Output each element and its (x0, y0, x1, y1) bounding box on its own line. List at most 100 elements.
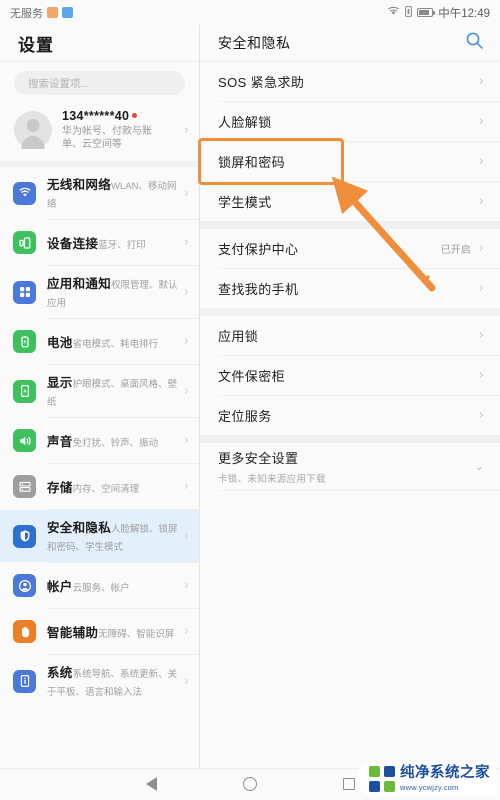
detail-row-0-3[interactable]: 学生模式 › (200, 182, 500, 221)
detail-row-label: 应用锁 (218, 328, 259, 344)
chevron-right-icon: › (183, 122, 189, 138)
shield-icon (13, 524, 36, 548)
sidebar-item-text: 电池省电模式、耗电排行 (47, 332, 184, 352)
detail-row-0-0[interactable]: SOS 紧急求助 › (200, 62, 500, 101)
account-subtitle: 华为帐号、付款与账单、云空间等 (62, 126, 152, 150)
sidebar-item-6[interactable]: 声音免打扰、铃声、振动 › (0, 418, 199, 463)
chevron-right-icon: › (183, 433, 189, 448)
apps-grid-icon (13, 280, 36, 304)
chevron-right-icon: › (478, 281, 484, 296)
sidebar-item-8[interactable]: 安全和隐私人脸解锁、锁屏和密码、学生模式 › (0, 510, 199, 562)
hand-icon (13, 620, 36, 643)
chevron-right-icon: › (183, 284, 189, 300)
chevron-right-icon: › (478, 408, 484, 423)
detail-row-label: 学生模式 (218, 194, 272, 210)
search-icon[interactable] (465, 31, 484, 55)
detail-row-2-2[interactable]: 定位服务 › (200, 396, 500, 435)
chevron-right-icon: › (478, 154, 484, 169)
detail-section-gap (200, 221, 500, 229)
detail-pane: 安全和隐私 SOS 紧急求助 › 人脸解锁 › 锁屏和密码 › 学生模式 › 支付保护中心 已开启… (200, 25, 500, 768)
detail-row-label: 文件保密柜 (218, 368, 286, 384)
sidebar-item-11[interactable]: 系统系统导航、系统更新、关于平板、语言和输入法 › (0, 655, 199, 707)
search-container: 搜索设置项... (0, 62, 199, 103)
sidebar-item-10[interactable]: 智能辅助无障碍、智能识屏 › (0, 609, 199, 654)
wifi-icon (13, 181, 36, 205)
sidebar-item-label: 存储 (47, 480, 73, 495)
detail-row-0-1[interactable]: 人脸解锁 › (200, 102, 500, 141)
detail-row-label: 查找我的手机 (218, 281, 299, 297)
detail-row-text: 支付保护中心 (218, 239, 441, 259)
sidebar-item-text: 设备连接蓝牙、打印 (47, 233, 184, 253)
sidebar-item-label: 安全和隐私 (47, 521, 112, 535)
detail-row-2-0[interactable]: 应用锁 › (200, 316, 500, 355)
home-circle-icon[interactable] (242, 777, 257, 791)
sidebar-item-label: 设备连接 (47, 236, 99, 251)
sidebar-item-5[interactable]: 显示护眼模式、桌面风格、壁纸 › (0, 365, 199, 417)
sidebar-item-label: 应用和通知 (47, 277, 112, 291)
account-name-label: 134******40 (62, 109, 130, 123)
sidebar-item-text: 智能辅助无障碍、智能识屏 (47, 622, 184, 642)
chevron-right-icon: › (183, 578, 189, 593)
chevron-right-icon: › (183, 383, 189, 399)
detail-row-label: 人脸解锁 (218, 114, 272, 130)
chevron-right-icon: › (478, 114, 484, 129)
sidebar-item-label: 电池 (47, 335, 73, 350)
sidebar-item-2[interactable]: 设备连接蓝牙、打印 › (0, 220, 199, 265)
sidebar-item-label: 帐户 (47, 579, 73, 594)
account-icon (13, 574, 36, 597)
sidebar-item-subtitle: 免打扰、铃声、振动 (72, 437, 159, 449)
display-icon (13, 379, 36, 403)
sidebar-item-4[interactable]: 电池省电模式、耗电排行 › (0, 319, 199, 364)
detail-row-0-2[interactable]: 锁屏和密码 › (200, 142, 500, 181)
chevron-right-icon: › (478, 194, 484, 209)
detail-item-list: SOS 紧急求助 › 人脸解锁 › 锁屏和密码 › 学生模式 › 支付保护中心 已开启 › 查找我的手… (200, 62, 500, 491)
sidebar-item-label: 智能辅助 (47, 625, 99, 640)
status-badge: 已开启 (440, 245, 471, 256)
chevron-right-icon: › (183, 673, 189, 689)
back-triangle-icon[interactable] (145, 777, 157, 791)
sidebar-item-1[interactable]: 无线和网络WLAN、移动网络 › (0, 167, 199, 219)
sidebar-item-9[interactable]: 帐户云服务、帐户 › (0, 563, 199, 608)
chevron-right-icon: › (183, 624, 189, 639)
content-panes: 设置 搜索设置项... 134******40 华为帐号、付款与账单、云空间等 … (0, 25, 500, 768)
status-bar: 无服务 中午12:49 (0, 0, 500, 25)
sidebar-item-label: 显示 (47, 376, 73, 390)
sidebar-item-label: 系统 (47, 666, 73, 680)
detail-row-2-1[interactable]: 文件保密柜 › (200, 356, 500, 395)
chevron-right-icon: › (478, 368, 484, 383)
detail-row-3-0[interactable]: 更多安全设置 卡锁、未知来源应用下载 ⌄ (200, 443, 500, 490)
detail-row-text: 应用锁 (218, 326, 479, 346)
detail-divider (218, 490, 500, 491)
sidebar-item-text: 声音免打扰、铃声、振动 (47, 431, 184, 451)
search-input[interactable]: 搜索设置项... (14, 71, 185, 95)
sidebar-item-7[interactable]: 存储内存、空间清理 › (0, 464, 199, 509)
sidebar-item-subtitle: 云服务、帐户 (72, 582, 130, 594)
detail-row-1-0[interactable]: 支付保护中心 已开启 › (200, 229, 500, 268)
chevron-right-icon: › (183, 528, 189, 544)
detail-row-text: 人脸解锁 (218, 112, 479, 132)
carrier-label: 无服务 (10, 7, 43, 20)
sidebar-item-3[interactable]: 应用和通知权限管理、默认应用 › (0, 266, 199, 318)
account-row[interactable]: 134******40 华为帐号、付款与账单、云空间等 › (0, 103, 199, 161)
clock-label: 中午12:49 (438, 7, 490, 20)
detail-section-gap (200, 435, 500, 443)
app-badge-orange-icon (47, 7, 58, 18)
watermark-name: 纯净系统之家 (400, 765, 490, 782)
recents-square-icon[interactable] (342, 778, 355, 790)
battery-icon (417, 8, 436, 17)
detail-row-1-1[interactable]: 查找我的手机 › (200, 269, 500, 308)
detail-row-text: 锁屏和密码 (218, 152, 479, 172)
new-dot-icon (132, 113, 138, 118)
chevron-right-icon: › (183, 235, 189, 250)
chevron-right-icon: › (183, 479, 189, 494)
app-badge-blue-icon (62, 7, 73, 18)
detail-row-label: SOS 紧急求助 (218, 74, 305, 90)
detail-row-text: SOS 紧急求助 (218, 72, 479, 92)
detail-header: 安全和隐私 (200, 25, 500, 61)
sidebar-item-text: 应用和通知权限管理、默认应用 (47, 273, 184, 311)
detail-row-subtitle: 卡锁、未知来源应用下载 (218, 474, 326, 485)
detail-row-label: 定位服务 (218, 408, 272, 424)
chevron-right-icon: › (478, 328, 484, 343)
page-title: 设置 (18, 35, 54, 55)
detail-row-text: 定位服务 (218, 406, 479, 426)
